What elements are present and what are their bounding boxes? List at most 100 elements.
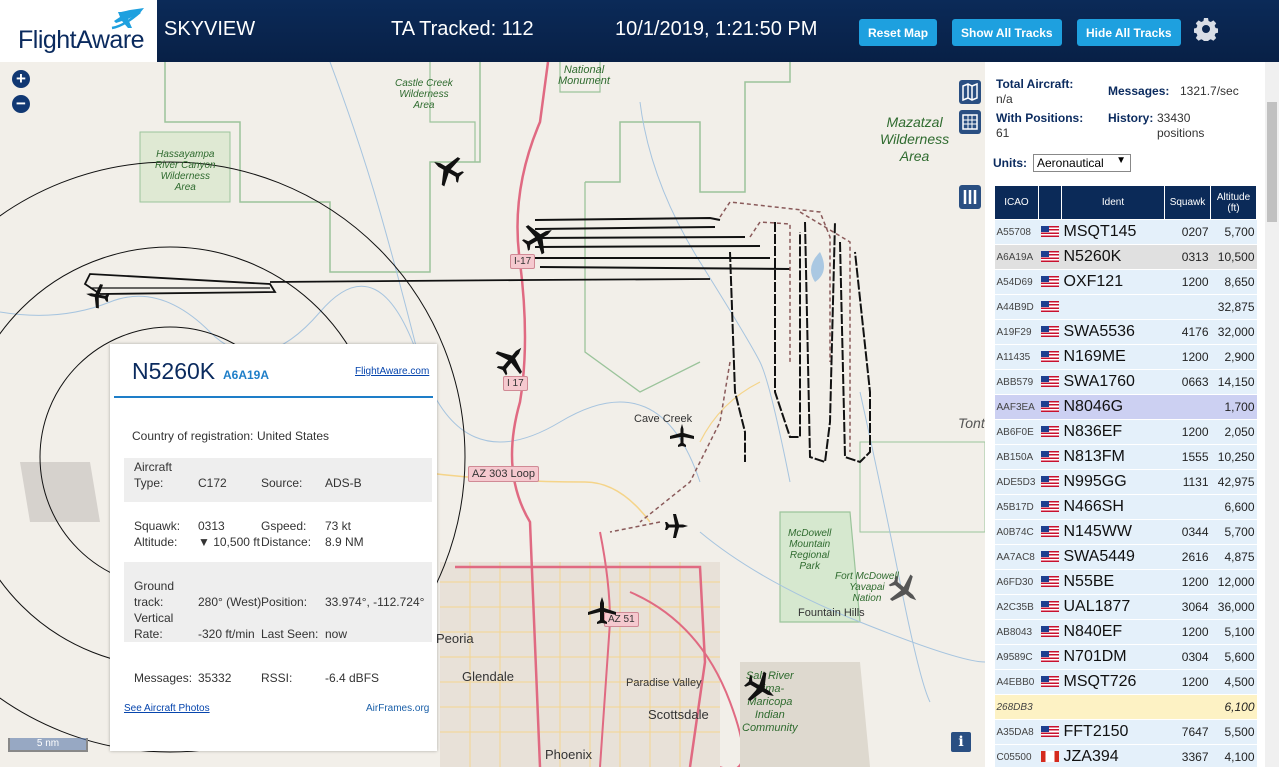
table-row[interactable]: C05500 JZA394 3367 4,100 xyxy=(994,744,1257,767)
aircraft-icon[interactable] xyxy=(668,422,696,450)
gear-icon[interactable] xyxy=(1194,17,1218,41)
aircraft-icon[interactable] xyxy=(520,220,556,256)
units-select[interactable]: Aeronautical ▼ xyxy=(1033,154,1131,172)
altitude-cell: 4,500 xyxy=(1210,669,1257,695)
table-row[interactable]: A11435 N169ME 1200 2,900 xyxy=(994,344,1257,370)
icao-cell: AB150A xyxy=(994,444,1039,470)
chevron-down-icon: ▼ xyxy=(1116,155,1126,166)
rssi-label: RSSI: xyxy=(261,671,293,685)
track-label: Ground track: xyxy=(134,579,175,609)
squawk-cell: 3064 xyxy=(1164,594,1211,620)
altitude-cell: 4,100 xyxy=(1210,744,1257,767)
icao-cell: ABB579 xyxy=(994,369,1039,395)
sidebar-scrollbar[interactable] xyxy=(1265,62,1279,767)
table-row[interactable]: ADE5D3 N995GG 1131 42,975 xyxy=(994,469,1257,495)
us-flag-icon xyxy=(1040,526,1059,538)
popup-divider xyxy=(114,396,433,398)
table-row[interactable]: AB6F0E N836EF 1200 2,050 xyxy=(994,419,1257,445)
map-scale: 5 nm xyxy=(8,738,88,752)
table-row[interactable]: A2C35B UAL1877 3064 36,000 xyxy=(994,594,1257,620)
aircraft-icon[interactable] xyxy=(742,670,778,706)
table-row[interactable]: AA7AC8 SWA5449 2616 4,875 xyxy=(994,544,1257,570)
table-row[interactable]: A44B9D 32,875 xyxy=(994,294,1257,320)
column-altitude[interactable]: Altitude (ft) xyxy=(1210,185,1257,220)
us-flag-icon xyxy=(1040,251,1059,263)
table-row[interactable]: A0B74C N145WW 0344 5,700 xyxy=(994,519,1257,545)
table-row[interactable]: A9589C N701DM 0304 5,600 xyxy=(994,644,1257,670)
aircraft-icon[interactable] xyxy=(662,512,690,540)
ident-cell: N701DM xyxy=(1061,644,1165,670)
label-mazatzal: Mazatzal Wilderness Area xyxy=(880,114,950,164)
position-value: 33.974°, -112.724° xyxy=(325,595,425,609)
altitude-cell: 32,875 xyxy=(1210,294,1257,320)
flag-cell xyxy=(1038,469,1062,495)
table-row[interactable]: A6A19A N5260K 0313 10,500 xyxy=(994,244,1257,270)
aircraft-selected-icon[interactable] xyxy=(84,282,112,310)
toggle-sidebar-button[interactable] xyxy=(959,185,981,209)
us-flag-icon xyxy=(1040,551,1059,563)
popup-icao: A6A19A xyxy=(223,368,270,382)
label-peoria: Peoria xyxy=(436,631,474,646)
history-value: 33430 positions xyxy=(1157,111,1205,140)
altitude-cell: 10,500 xyxy=(1210,244,1257,270)
icao-cell: C05500 xyxy=(994,744,1039,767)
aircraft-photos-link[interactable]: See Aircraft Photos xyxy=(124,703,210,714)
flightaware-logo[interactable]: FlightAware xyxy=(0,0,157,62)
icao-cell: 268DB3 xyxy=(994,694,1039,720)
source-value: ADS-B xyxy=(325,476,362,490)
distance-value: 8.9 NM xyxy=(325,535,364,549)
label-national-monument: National Monument xyxy=(558,64,610,87)
country-value: United States xyxy=(257,429,330,443)
vrate-label: Vertical Rate: xyxy=(134,611,174,641)
column-ident[interactable]: Ident xyxy=(1061,185,1165,220)
column-squawk[interactable]: Squawk xyxy=(1164,185,1211,220)
label-phoenix: Phoenix xyxy=(545,747,592,762)
hide-all-tracks-button[interactable]: Hide All Tracks xyxy=(1077,19,1181,46)
aircraft-info-popup: N5260K A6A19A FlightAware.com Country of… xyxy=(110,344,437,751)
map-icon xyxy=(962,82,978,102)
map-grid-button[interactable] xyxy=(959,110,981,134)
table-row[interactable]: A19F29 SWA5536 4176 32,000 xyxy=(994,319,1257,345)
table-row[interactable]: A55708 MSQT145 0207 5,700 xyxy=(994,219,1257,245)
table-row[interactable]: 268DB3 6,100 xyxy=(994,694,1257,720)
road-i17-top: I-17 xyxy=(510,254,536,269)
ident-cell: N836EF xyxy=(1061,419,1165,445)
show-all-tracks-button[interactable]: Show All Tracks xyxy=(952,19,1062,46)
flag-cell xyxy=(1038,444,1062,470)
with-positions-value: 61 xyxy=(996,126,1010,140)
squawk-cell: 2616 xyxy=(1164,544,1211,570)
column-flag[interactable] xyxy=(1038,185,1062,220)
messages-value: 35332 xyxy=(198,671,232,685)
last-seen-value: now xyxy=(325,627,348,641)
table-row[interactable]: AAF3EA N8046G 1,700 xyxy=(994,394,1257,420)
map-info-button[interactable]: i xyxy=(951,732,971,752)
map-layers-button[interactable] xyxy=(959,80,981,104)
table-row[interactable]: AB150A N813FM 1555 10,250 xyxy=(994,444,1257,470)
table-row[interactable]: A5B17D N466SH 6,600 xyxy=(994,494,1257,520)
flightaware-link[interactable]: FlightAware.com xyxy=(355,366,429,377)
zoom-in-button[interactable]: + xyxy=(12,70,30,88)
aircraft-icon[interactable] xyxy=(430,152,466,188)
reset-map-button[interactable]: Reset Map xyxy=(859,19,938,46)
us-flag-icon xyxy=(1040,301,1059,313)
column-icao[interactable]: ICAO xyxy=(994,185,1039,220)
scrollbar-thumb[interactable] xyxy=(1267,102,1277,222)
aircraft-icon[interactable] xyxy=(586,595,618,627)
label-castle-creek: Castle Creek Wilderness Area xyxy=(395,78,453,111)
table-row[interactable]: A54D69 OXF121 1200 8,650 xyxy=(994,269,1257,295)
us-flag-icon xyxy=(1040,426,1059,438)
zoom-out-button[interactable]: − xyxy=(12,95,30,113)
us-flag-icon xyxy=(1040,726,1059,738)
table-row[interactable]: ABB579 SWA1760 0663 14,150 xyxy=(994,369,1257,395)
aircraft-type-label: Aircraft Type: xyxy=(134,460,173,490)
map-canvas[interactable]: Castle Creek Wilderness Area Hassayampa … xyxy=(0,62,985,767)
aircraft-icon[interactable] xyxy=(886,572,922,608)
altitude-cell: 6,600 xyxy=(1210,494,1257,520)
table-row[interactable]: A35DA8 FFT2150 7647 5,500 xyxy=(994,719,1257,745)
table-row[interactable]: A6FD30 N55BE 1200 12,000 xyxy=(994,569,1257,595)
squawk-cell xyxy=(1164,394,1211,420)
table-row[interactable]: A4EBB0 MSQT726 1200 4,500 xyxy=(994,669,1257,695)
airframes-link[interactable]: AirFrames.org xyxy=(366,703,429,714)
aircraft-icon[interactable] xyxy=(493,342,529,378)
table-row[interactable]: AB8043 N840EF 1200 5,100 xyxy=(994,619,1257,645)
